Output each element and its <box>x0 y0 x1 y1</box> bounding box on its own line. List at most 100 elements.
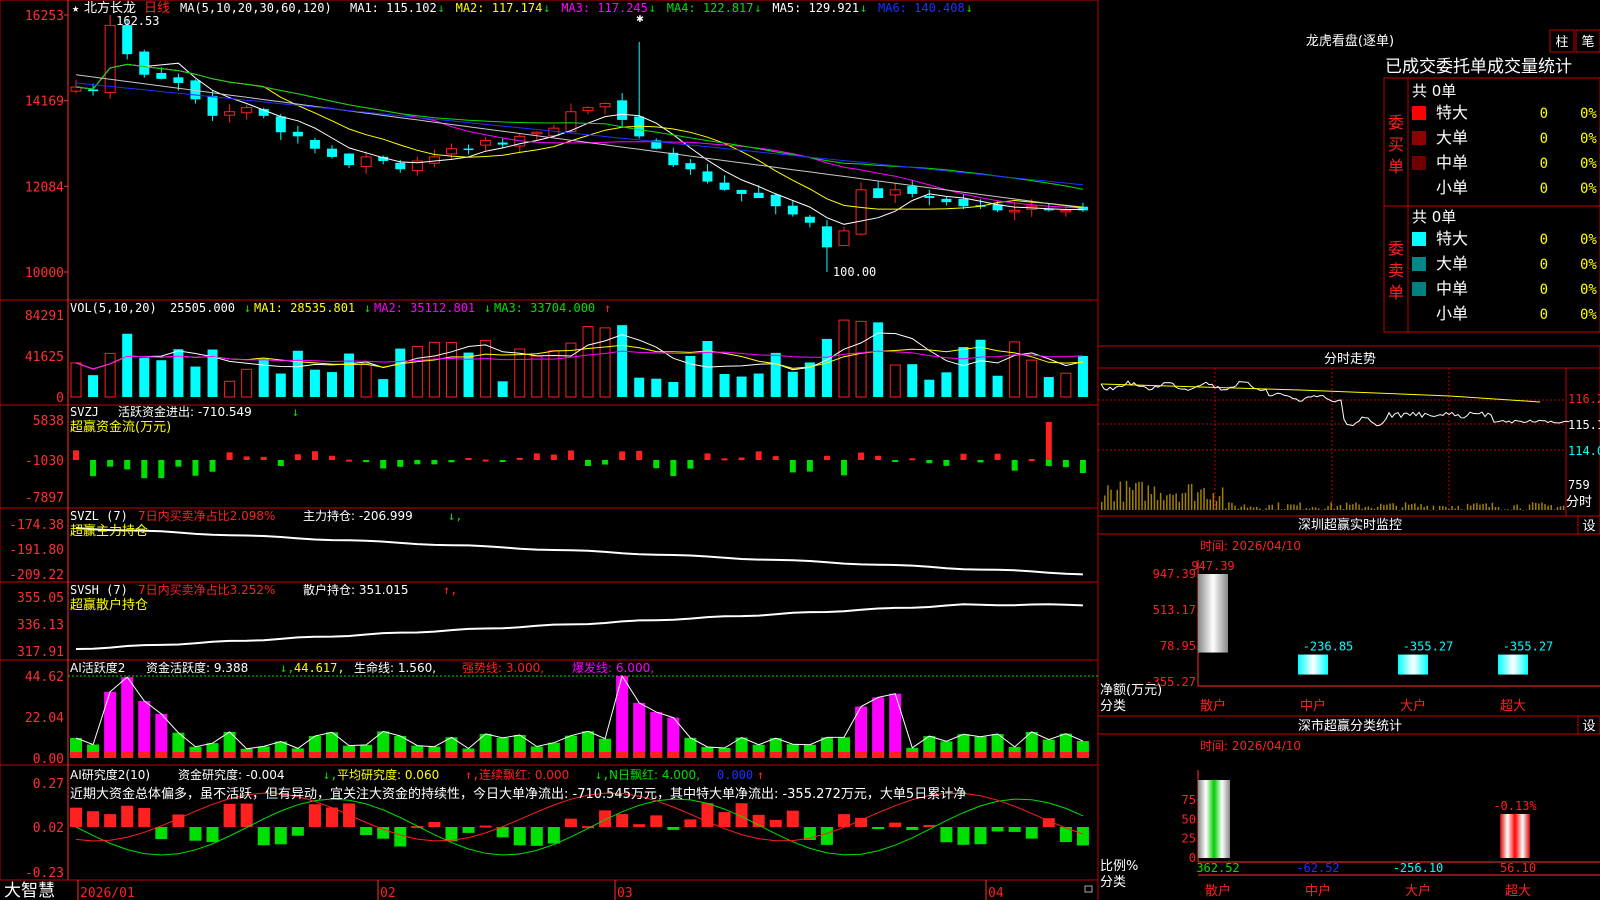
activity-base <box>445 752 458 758</box>
activity-bar <box>633 702 646 758</box>
ai-active-l3: 生命线: 1.560, <box>354 660 436 675</box>
fund-flow-bar <box>1045 460 1052 467</box>
ai-active-title: AI活跃度2 <box>70 660 125 675</box>
sell-side-label-char: 委 <box>1388 239 1404 258</box>
activity-bar <box>650 712 663 758</box>
stock-name[interactable]: 北方长龙 <box>84 0 136 16</box>
svzj-subtitle: 超赢资金流(万元) <box>70 419 171 435</box>
research-bar <box>718 812 731 827</box>
sz-value-label: -355.27 <box>1403 640 1454 654</box>
sz-bar-1 <box>1298 654 1328 675</box>
fund-flow-bar <box>243 456 250 460</box>
research-bar <box>957 827 970 845</box>
svzj-arrow: ↓ <box>292 405 299 419</box>
research-bar <box>530 827 543 846</box>
activity-base <box>343 752 356 758</box>
lhb-title: 龙虎看盘(逐单) <box>1306 33 1394 49</box>
fenshi-volume <box>1116 489 1118 510</box>
svsh-label: 散户持仓: 351.015 <box>303 582 408 597</box>
buy-row-count: 0 <box>1540 156 1548 172</box>
vol-value: 25505.000 <box>170 301 235 315</box>
vol-arrow: ↓ <box>364 301 371 315</box>
sz-monitor-title: 深圳超赢实时监控 <box>1298 517 1402 533</box>
fenshi-volume <box>1243 504 1246 510</box>
fenshi-volume <box>1150 494 1153 510</box>
fenshi-volume <box>1290 504 1292 510</box>
vol-arrow: ↑ <box>604 301 611 315</box>
candle <box>907 186 918 194</box>
fenshi-volume <box>1438 505 1441 510</box>
candle <box>804 216 815 223</box>
candle <box>531 131 543 135</box>
ai-research-a1: ↓, <box>323 768 337 782</box>
sh-bar-super <box>1500 814 1530 858</box>
sh-value-label: 56.10 <box>1500 861 1536 875</box>
activity-base <box>172 752 185 758</box>
candle <box>173 77 184 83</box>
ma-arrow-1: ↓ <box>438 1 445 15</box>
volume-bar <box>1026 359 1038 398</box>
activity-base <box>411 752 424 758</box>
fenshi-volume <box>1215 501 1218 510</box>
volume-bar <box>104 352 116 398</box>
research-bar <box>104 814 117 827</box>
volume-bar <box>395 348 406 397</box>
svzl-label: 主力持仓: -206.999 <box>303 508 413 523</box>
sh-y-tick: 50 <box>1182 812 1196 826</box>
activity-base <box>155 752 168 758</box>
fenshi-volume <box>1125 481 1128 510</box>
research-bar <box>547 827 560 844</box>
activity-bar <box>138 701 151 758</box>
stock-terminal: 16253 14169 12084 10000 162.53 100.00 ✱ ★ 北方长龙 日线… <box>0 0 1600 900</box>
fenshi-volume <box>1386 504 1388 510</box>
fenshi-volume <box>1383 504 1385 510</box>
buy-row-name: 大单 <box>1436 128 1468 147</box>
fenshi-volume <box>1101 501 1103 510</box>
activity-base <box>582 752 594 758</box>
sh-category: 散户 <box>1205 883 1231 899</box>
candle <box>122 25 133 55</box>
fund-flow-bar <box>960 453 967 460</box>
fund-flow-bar <box>1062 460 1069 468</box>
volume-bar <box>360 363 372 398</box>
sz-value-label: -236.85 <box>1303 640 1354 654</box>
ai-active-l5: 爆发线: 6.000, <box>572 660 654 675</box>
fenshi-volume <box>1550 505 1552 510</box>
research-bar <box>616 814 629 827</box>
volume-bar <box>753 373 764 397</box>
activity-base <box>991 752 1004 758</box>
fenshi-volume <box>1172 495 1174 510</box>
period-label[interactable]: 日线 <box>144 1 170 16</box>
candle <box>685 163 696 170</box>
buy-color-swatch <box>1412 156 1426 170</box>
buy-side-label-char: 买 <box>1388 135 1404 154</box>
volume-bar <box>855 320 867 398</box>
sh-stats-title: 深市超赢分类统计 <box>1298 718 1402 734</box>
svsh-title: SVSH (7) <box>70 583 128 597</box>
volume-bar <box>378 379 389 397</box>
chart-canvas[interactable]: 16253141691208410000162.53100.00✱★ 北方长龙 日线… <box>0 0 1600 900</box>
price-tick: 10000 <box>25 266 64 281</box>
fenshi-volume <box>1411 504 1413 510</box>
fenshi-volume <box>1206 499 1208 510</box>
fenshi-volume <box>1513 505 1515 510</box>
volume-bar <box>770 352 781 397</box>
panel-frame <box>0 764 1099 881</box>
sh-settings-label: 设 <box>1582 719 1595 734</box>
fund-flow-bar <box>431 460 438 465</box>
fenshi-volume <box>1370 507 1373 510</box>
volume-bar <box>565 342 577 398</box>
activity-base <box>291 752 304 758</box>
fenshi-volume <box>1389 503 1391 510</box>
fenshi-volume <box>1491 502 1494 510</box>
fenshi-volume <box>1299 502 1301 510</box>
fenshi-volume <box>1308 508 1311 510</box>
research-bar <box>906 827 919 830</box>
ma-line-3 <box>75 63 1083 209</box>
fund-flow-bar <box>363 460 370 463</box>
candle <box>309 139 320 149</box>
lock-icon[interactable] <box>1084 885 1093 893</box>
research-bar <box>360 827 373 836</box>
activity-base <box>667 752 680 758</box>
vol-tick: 84291 <box>25 309 64 324</box>
